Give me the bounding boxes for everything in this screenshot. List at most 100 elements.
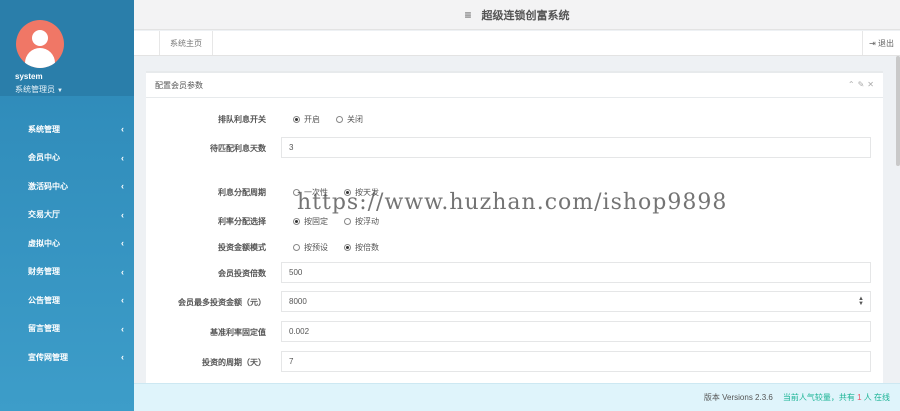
chevron-left-icon: ‹ <box>121 209 124 220</box>
app-title: 超级连锁创富系统 <box>481 9 570 22</box>
avatar[interactable] <box>16 20 64 68</box>
sidebar-item-finance[interactable]: 财务管理 ‹ <box>0 258 134 287</box>
sidebar-nav: 系统管理 ‹ 会员中心 ‹ 激活码中心 ‹ 交易大厅 ‹ 虚拟中心 ‹ 财务管理 ‹ 公告管… <box>0 115 134 372</box>
online-prefix: 当前人气较量，共有 <box>782 393 855 402</box>
logout-icon: ⇥ <box>869 38 876 48</box>
top-header: ≡ 超级连锁创富系统 <box>134 0 900 30</box>
logout-label: 退出 <box>878 38 894 48</box>
sidebar-item-label: 会员中心 <box>28 153 60 163</box>
user-role-dropdown[interactable]: 系统管理员 ▼ <box>15 84 63 95</box>
hamburger-menu-icon[interactable]: ≡ <box>464 8 471 22</box>
radio-label: 开启 <box>304 115 320 124</box>
sidebar-item-messages[interactable]: 留言管理 ‹ <box>0 315 134 344</box>
cycle-daily-radio[interactable]: 按天发 <box>344 187 379 198</box>
config-panel: 配置会员参数 ⌃✎✕ 排队利息开关 开启 关闭 待匹配利息天数 3 利息分配周期… <box>146 71 883 391</box>
version-text: 版本 Versions 2.3.6 <box>703 393 773 402</box>
profile-block: system 系统管理员 ▼ <box>0 0 134 96</box>
radio-label: 按固定 <box>304 217 328 226</box>
queue-off-radio[interactable]: 关闭 <box>336 114 363 125</box>
footer: 版本 Versions 2.3.6 当前人气较量，共有 1 人 在线 <box>134 383 900 411</box>
chevron-left-icon: ‹ <box>121 152 124 163</box>
spinner-icon[interactable]: ▲ ▼ <box>858 296 864 307</box>
radio-label: 按天发 <box>355 188 379 197</box>
chevron-left-icon: ‹ <box>121 266 124 277</box>
sidebar-item-activation[interactable]: 激活码中心 ‹ <box>0 172 134 201</box>
wait-days-label: 待匹配利息天数 <box>210 144 266 153</box>
radio-checked-icon <box>293 116 300 123</box>
panel-tools: ⌃✎✕ <box>848 80 877 89</box>
radio-checked-icon <box>293 218 300 225</box>
chevron-left-icon: ‹ <box>121 295 124 306</box>
radio-unchecked-icon <box>344 218 351 225</box>
user-name: system <box>15 72 43 81</box>
radio-label: 一次性 <box>304 188 328 197</box>
chevron-left-icon: ‹ <box>121 352 124 363</box>
panel-title: 配置会员参数 <box>146 73 883 98</box>
max-amount-value: 8000 <box>289 297 307 306</box>
caret-down-icon: ▼ <box>57 88 63 94</box>
radio-label: 关闭 <box>347 115 363 124</box>
wrench-icon[interactable]: ✎ <box>858 80 868 89</box>
sidebar-item-label: 公告管理 <box>28 295 60 305</box>
mode-float-radio[interactable]: 按浮动 <box>344 216 379 227</box>
user-role-label: 系统管理员 <box>15 85 55 94</box>
queue-radios: 开启 关闭 <box>293 114 379 125</box>
chevron-left-icon: ‹ <box>121 323 124 334</box>
sidebar-item-virtual[interactable]: 虚拟中心 ‹ <box>0 229 134 258</box>
queue-on-radio[interactable]: 开启 <box>293 114 320 125</box>
chevron-left-icon: ‹ <box>121 181 124 192</box>
online-status: 当前人气较量，共有 1 人 在线 <box>783 392 890 403</box>
cycle-days-input[interactable]: 7 <box>281 351 871 372</box>
chevron-left-icon: ‹ <box>121 124 124 135</box>
sidebar-item-label: 激活码中心 <box>28 181 68 191</box>
radio-unchecked-icon <box>293 244 300 251</box>
online-count: 1 <box>857 393 862 402</box>
invest-mode-radios: 按预设 按倍数 <box>293 242 395 253</box>
sidebar-item-promo[interactable]: 宣传网管理 ‹ <box>0 343 134 372</box>
base-rate-input[interactable]: 0.002 <box>281 321 871 342</box>
interest-mode-radios: 按固定 按浮动 <box>293 216 395 227</box>
mode-fixed-radio[interactable]: 按固定 <box>293 216 328 227</box>
max-amount-input[interactable]: 8000 ▲ ▼ <box>281 291 871 312</box>
radio-unchecked-icon <box>336 116 343 123</box>
sidebar-item-label: 虚拟中心 <box>28 238 60 248</box>
cycle-days-label: 投资的周期（天） <box>202 358 266 367</box>
radio-label: 按预设 <box>304 243 328 252</box>
invest-preset-radio[interactable]: 按预设 <box>293 242 328 253</box>
radio-label: 按浮动 <box>355 217 379 226</box>
invest-mode-label: 投资金额模式 <box>218 243 266 252</box>
base-rate-label: 基准利率固定值 <box>210 328 266 337</box>
interest-mode-label: 利率分配选择 <box>218 217 266 226</box>
multiple-input[interactable]: 500 <box>281 262 871 283</box>
sidebar-item-label: 宣传网管理 <box>28 352 68 362</box>
queue-label: 排队利息开关 <box>218 115 266 124</box>
scrollbar[interactable] <box>896 56 900 166</box>
sidebar-item-notices[interactable]: 公告管理 ‹ <box>0 286 134 315</box>
radio-unchecked-icon <box>293 189 300 196</box>
logout-button[interactable]: ⇥ 退出 <box>862 31 900 55</box>
radio-checked-icon <box>344 244 351 251</box>
interest-cycle-radios: 一次性 按天发 <box>293 187 395 198</box>
sidebar-item-label: 交易大厅 <box>28 210 60 220</box>
chevron-left-icon: ‹ <box>121 238 124 249</box>
radio-checked-icon <box>344 189 351 196</box>
wait-days-input[interactable]: 3 <box>281 137 871 158</box>
multiple-label: 会员投资倍数 <box>218 269 266 278</box>
online-suffix: 人 在线 <box>863 393 890 402</box>
tab-bar: 系统主页 ⇥ 退出 <box>134 31 900 56</box>
max-amount-label: 会员最多投资金额（元） <box>178 298 266 307</box>
cycle-once-radio[interactable]: 一次性 <box>293 187 328 198</box>
interest-cycle-label: 利息分配周期 <box>218 188 266 197</box>
sidebar: system 系统管理员 ▼ 系统管理 ‹ 会员中心 ‹ 激活码中心 ‹ 交易大厅 ‹ 虚… <box>0 0 134 411</box>
sidebar-item-system[interactable]: 系统管理 ‹ <box>0 115 134 144</box>
close-icon[interactable]: ✕ <box>867 80 877 89</box>
radio-label: 按倍数 <box>355 243 379 252</box>
invest-multiple-radio[interactable]: 按倍数 <box>344 242 379 253</box>
sidebar-item-trading[interactable]: 交易大厅 ‹ <box>0 201 134 230</box>
sidebar-item-label: 财务管理 <box>28 267 60 277</box>
tab-home[interactable]: 系统主页 <box>159 31 213 55</box>
sidebar-item-members[interactable]: 会员中心 ‹ <box>0 144 134 173</box>
collapse-icon[interactable]: ⌃ <box>848 80 858 89</box>
sidebar-item-label: 留言管理 <box>28 324 60 334</box>
sidebar-item-label: 系统管理 <box>28 124 60 134</box>
